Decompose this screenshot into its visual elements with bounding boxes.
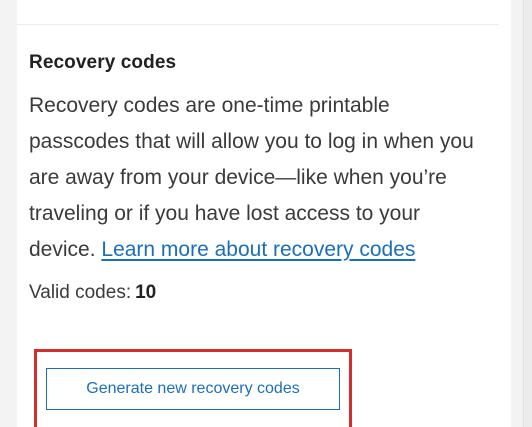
recovery-codes-section: Recovery codes Recovery codes are one-ti… bbox=[29, 44, 489, 305]
generate-codes-button[interactable]: Generate new recovery codes bbox=[46, 368, 340, 410]
valid-codes-count: 10 bbox=[135, 282, 157, 303]
right-edge bbox=[523, 0, 532, 427]
description-text: Recovery codes are one-time printable pa… bbox=[29, 94, 474, 261]
section-title: Recovery codes bbox=[29, 52, 177, 73]
valid-codes-row: Valid codes: 10 bbox=[29, 281, 489, 305]
learn-more-link[interactable]: Learn more about recovery codes bbox=[101, 238, 415, 261]
page: Recovery codes Recovery codes are one-ti… bbox=[0, 0, 532, 427]
section-description: Recovery codes are one-time printable pa… bbox=[29, 88, 479, 268]
section-divider bbox=[17, 24, 499, 25]
valid-codes-label: Valid codes: bbox=[29, 282, 132, 303]
